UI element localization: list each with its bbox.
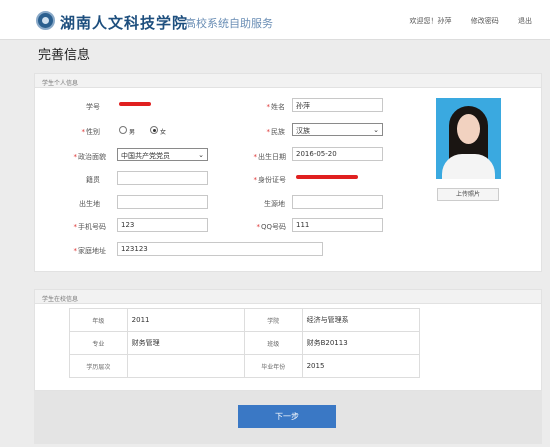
- gender-female-label: 女: [160, 129, 167, 136]
- address-label: *家庭地址: [73, 247, 107, 255]
- gender-male-label: 男: [129, 129, 136, 136]
- native-place-label: 籍贯: [86, 176, 100, 184]
- education-level-value: [126, 354, 245, 378]
- graduation-year-label: 毕业年份: [243, 354, 303, 378]
- system-subtitle: 高校系统自助服务: [185, 17, 273, 30]
- class-value: 财务B20113: [301, 331, 421, 355]
- birthplace-field[interactable]: [117, 195, 208, 209]
- origin-label: 生源地: [264, 200, 285, 208]
- political-label: *政治面貌: [73, 153, 107, 161]
- school-info-heading: 学生在校信息: [35, 290, 541, 304]
- gender-label: *性别: [81, 128, 101, 136]
- address-field[interactable]: 123123: [117, 242, 323, 256]
- education-level-label: 学历层次: [69, 354, 128, 378]
- birth-date-label: *出生日期: [253, 153, 287, 161]
- school-logo-icon: [36, 11, 55, 30]
- qq-field[interactable]: 111: [292, 218, 383, 232]
- gender-female-radio[interactable]: [150, 126, 158, 134]
- graduation-year-value: 2015: [301, 354, 421, 378]
- chevron-down-icon: ⌄: [373, 126, 379, 134]
- origin-field[interactable]: [292, 195, 383, 209]
- native-place-field[interactable]: [117, 171, 208, 185]
- ethnicity-select[interactable]: 汉族 ⌄: [292, 123, 383, 136]
- grade-value: 2011: [126, 308, 245, 332]
- school-info-table: 年级 2011 学院 经济与管理系 专业 财务管理 班级 财务B20113 学历…: [69, 308, 421, 378]
- top-links: 欢迎您！孙萍 修改密码 退出: [393, 16, 532, 26]
- chevron-down-icon: ⌄: [198, 151, 204, 159]
- table-row: 学历层次 毕业年份 2015: [69, 354, 421, 378]
- id-number-redacted: [296, 175, 358, 179]
- class-label: 班级: [243, 331, 303, 355]
- table-row: 年级 2011 学院 经济与管理系: [69, 308, 421, 332]
- welcome-user-link[interactable]: 欢迎您！孙萍: [410, 17, 452, 25]
- student-no-label: 学号: [86, 103, 100, 111]
- phone-field[interactable]: 123: [117, 218, 208, 232]
- student-no-redacted: [119, 102, 151, 106]
- next-step-button[interactable]: 下一步: [238, 405, 336, 428]
- school-name: 湖南人文科技学院: [60, 14, 189, 32]
- change-password-link[interactable]: 修改密码: [471, 17, 499, 25]
- name-field[interactable]: 孙萍: [292, 98, 383, 112]
- major-value: 财务管理: [126, 331, 245, 355]
- logout-link[interactable]: 退出: [518, 17, 532, 25]
- college-label: 学院: [243, 308, 303, 332]
- phone-label: *手机号码: [73, 223, 107, 231]
- birthplace-label: 出生地: [79, 200, 100, 208]
- college-value: 经济与管理系: [301, 308, 421, 332]
- major-label: 专业: [69, 331, 128, 355]
- qq-label: *QQ号码: [256, 223, 286, 231]
- page-title: 完善信息: [38, 48, 91, 63]
- birth-date-field[interactable]: 2016-05-20: [292, 147, 383, 161]
- ethnicity-label: *民族: [266, 128, 286, 136]
- student-photo: [436, 98, 501, 179]
- gender-male-radio[interactable]: [119, 126, 127, 134]
- top-header: 湖南人文科技学院 高校系统自助服务 欢迎您！孙萍 修改密码 退出: [0, 0, 550, 40]
- political-select[interactable]: 中国共产党党员 ⌄: [117, 148, 208, 161]
- personal-info-heading: 学生个人信息: [35, 74, 541, 88]
- table-row: 专业 财务管理 班级 财务B20113: [69, 331, 421, 355]
- name-label: *姓名: [266, 103, 286, 111]
- upload-photo-button[interactable]: 上传照片: [437, 188, 499, 201]
- grade-label: 年级: [69, 308, 128, 332]
- id-number-label: *身份证号: [253, 176, 287, 184]
